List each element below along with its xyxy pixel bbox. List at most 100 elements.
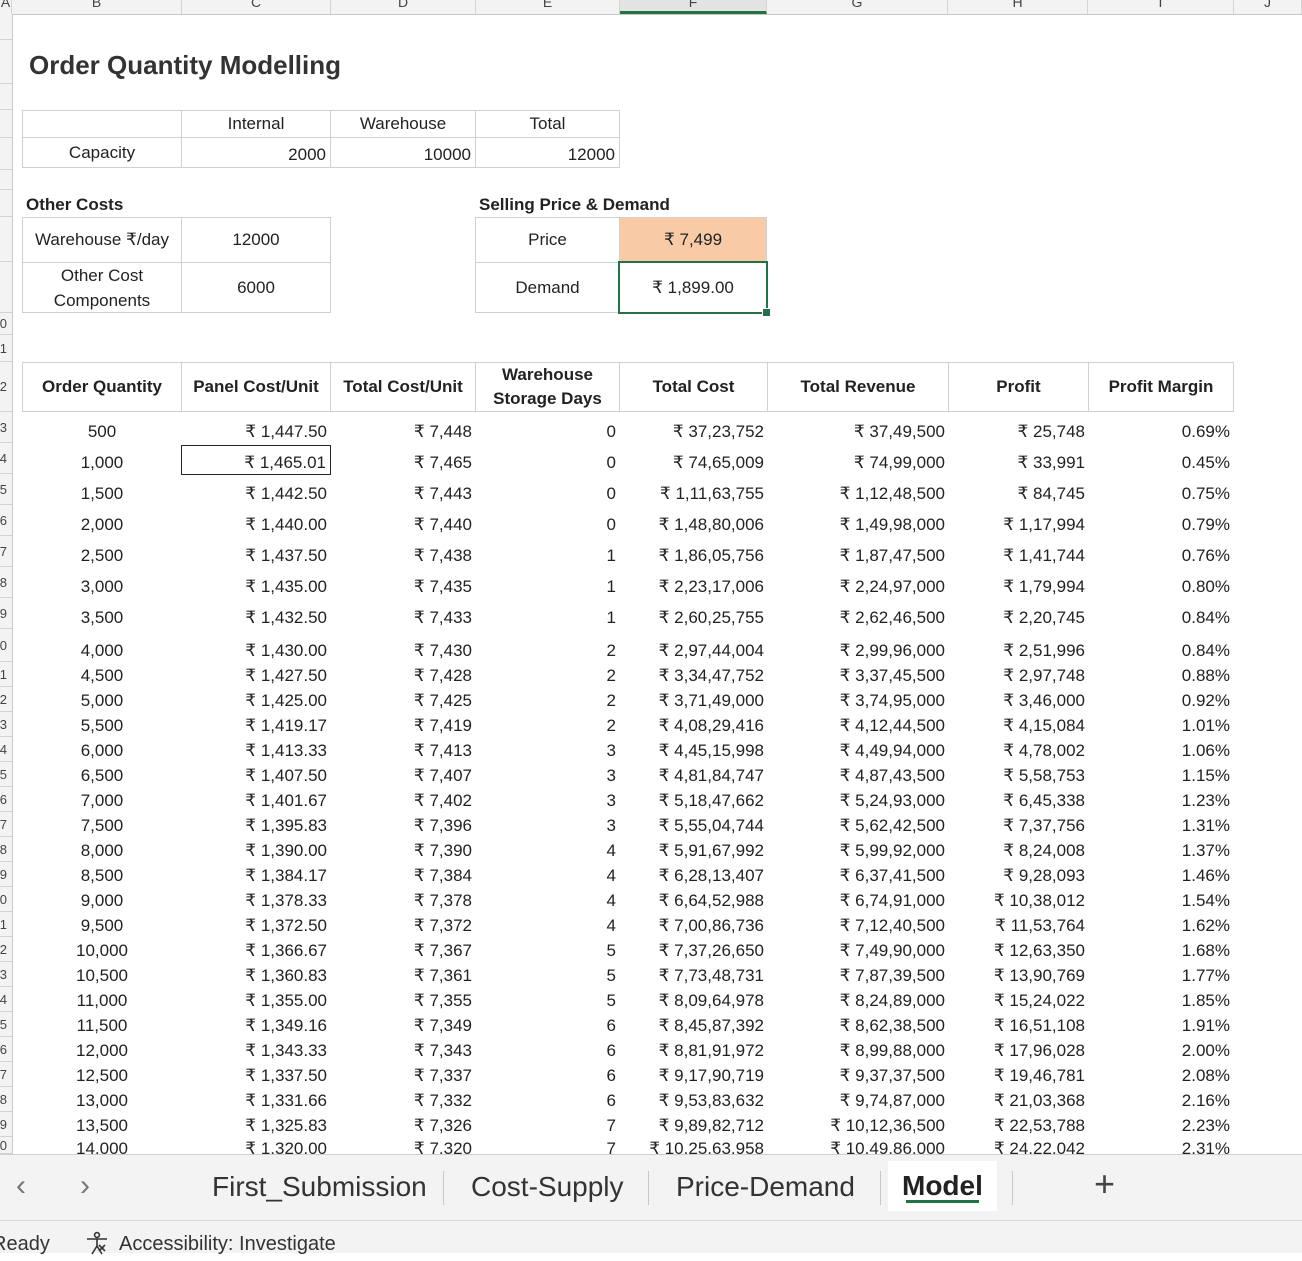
profit-margin-cell[interactable]: 1.77%	[1088, 962, 1234, 987]
total-revenue-cell[interactable]: ₹ 9,37,37,500	[767, 1062, 949, 1087]
order-quantity-cell[interactable]: 4,500	[22, 662, 182, 687]
order-quantity-cell[interactable]: 6,000	[22, 737, 182, 762]
storage-days-cell[interactable]: 0	[475, 505, 620, 536]
tab-price-demand[interactable]: Price-Demand	[662, 1167, 869, 1207]
total-cost-cell[interactable]: ₹ 74,65,009	[619, 443, 768, 474]
profit-cell[interactable]: ₹ 16,51,108	[948, 1012, 1089, 1037]
total-cost-unit-cell[interactable]: ₹ 7,448	[330, 412, 476, 443]
total-revenue-cell[interactable]: ₹ 5,24,93,000	[767, 787, 949, 812]
total-cost-unit-cell[interactable]: ₹ 7,343	[330, 1037, 476, 1062]
profit-margin-cell[interactable]: 1.85%	[1088, 987, 1234, 1012]
total-revenue-cell[interactable]: ₹ 1,49,98,000	[767, 505, 949, 536]
profit-cell[interactable]: ₹ 1,79,994	[948, 567, 1089, 598]
row-header[interactable]	[0, 262, 12, 313]
other-cost-components-label[interactable]: Other Cost Components	[22, 262, 182, 313]
order-quantity-cell[interactable]: 11,000	[22, 987, 182, 1012]
header-total-cost-unit[interactable]: Total Cost/Unit	[330, 362, 476, 412]
total-cost-cell[interactable]: ₹ 8,81,91,972	[619, 1037, 768, 1062]
profit-cell[interactable]: ₹ 15,24,022	[948, 987, 1089, 1012]
panel-cost-unit-cell[interactable]: ₹ 1,355.00	[181, 987, 331, 1012]
total-cost-cell[interactable]: ₹ 8,09,64,978	[619, 987, 768, 1012]
profit-cell[interactable]: ₹ 8,24,008	[948, 837, 1089, 862]
order-quantity-cell[interactable]: 5,500	[22, 712, 182, 737]
profit-margin-cell[interactable]: 0.69%	[1088, 412, 1234, 443]
storage-days-cell[interactable]: 0	[475, 474, 620, 505]
total-cost-unit-cell[interactable]: ₹ 7,443	[330, 474, 476, 505]
total-cost-unit-cell[interactable]: ₹ 7,465	[330, 443, 476, 474]
total-cost-unit-cell[interactable]: ₹ 7,413	[330, 737, 476, 762]
total-revenue-cell[interactable]: ₹ 74,99,000	[767, 443, 949, 474]
capacity-header-warehouse[interactable]: Warehouse	[330, 110, 476, 138]
total-cost-unit-cell[interactable]: ₹ 7,402	[330, 787, 476, 812]
total-cost-cell[interactable]: ₹ 2,23,17,006	[619, 567, 768, 598]
panel-cost-unit-cell[interactable]: ₹ 1,427.50	[181, 662, 331, 687]
add-sheet-button[interactable]: +	[1094, 1163, 1115, 1205]
profit-margin-cell[interactable]: 1.15%	[1088, 762, 1234, 787]
demand-label[interactable]: Demand	[475, 262, 620, 313]
profit-margin-cell[interactable]: 1.62%	[1088, 912, 1234, 937]
storage-days-cell[interactable]: 2	[475, 687, 620, 712]
chevron-left-icon[interactable]: ‹	[16, 1169, 26, 1203]
panel-cost-unit-cell[interactable]: ₹ 1,430.00	[181, 629, 331, 662]
order-quantity-cell[interactable]: 1,500	[22, 474, 182, 505]
profit-cell[interactable]: ₹ 1,41,744	[948, 536, 1089, 567]
order-quantity-cell[interactable]: 11,500	[22, 1012, 182, 1037]
storage-days-cell[interactable]: 5	[475, 937, 620, 962]
row-header[interactable]: 5	[0, 762, 12, 787]
total-cost-cell[interactable]: ₹ 2,97,44,004	[619, 629, 768, 662]
total-cost-unit-cell[interactable]: ₹ 7,367	[330, 937, 476, 962]
total-revenue-cell[interactable]: ₹ 6,74,91,000	[767, 887, 949, 912]
panel-cost-unit-cell[interactable]: ₹ 1,395.83	[181, 812, 331, 837]
total-revenue-cell[interactable]: ₹ 8,24,89,000	[767, 987, 949, 1012]
profit-cell[interactable]: ₹ 1,17,994	[948, 505, 1089, 536]
total-revenue-cell[interactable]: ₹ 4,87,43,500	[767, 762, 949, 787]
demand-value-cell-selected[interactable]: ₹ 1,899.00	[618, 261, 768, 314]
storage-days-cell[interactable]: 3	[475, 762, 620, 787]
storage-days-cell[interactable]: 6	[475, 1037, 620, 1062]
header-total-cost[interactable]: Total Cost	[619, 362, 768, 412]
total-cost-unit-cell[interactable]: ₹ 7,433	[330, 598, 476, 629]
total-cost-unit-cell[interactable]: ₹ 7,425	[330, 687, 476, 712]
panel-cost-unit-cell[interactable]: ₹ 1,360.83	[181, 962, 331, 987]
column-header[interactable]: G	[767, 0, 948, 14]
order-quantity-cell[interactable]: 2,000	[22, 505, 182, 536]
total-cost-cell[interactable]: ₹ 4,45,15,998	[619, 737, 768, 762]
order-quantity-cell[interactable]: 13,000	[22, 1087, 182, 1112]
total-revenue-cell[interactable]: ₹ 5,99,92,000	[767, 837, 949, 862]
panel-cost-unit-cell[interactable]: ₹ 1,343.33	[181, 1037, 331, 1062]
total-cost-cell[interactable]: ₹ 8,45,87,392	[619, 1012, 768, 1037]
storage-days-cell[interactable]: 4	[475, 887, 620, 912]
total-cost-unit-cell[interactable]: ₹ 7,384	[330, 862, 476, 887]
order-quantity-cell[interactable]: 9,500	[22, 912, 182, 937]
total-cost-cell[interactable]: ₹ 3,71,49,000	[619, 687, 768, 712]
profit-cell[interactable]: ₹ 33,991	[948, 443, 1089, 474]
header-storage-days[interactable]: Warehouse Storage Days	[475, 362, 620, 412]
total-cost-cell[interactable]: ₹ 4,81,84,747	[619, 762, 768, 787]
total-cost-unit-cell[interactable]: ₹ 7,355	[330, 987, 476, 1012]
total-revenue-cell[interactable]: ₹ 9,74,87,000	[767, 1087, 949, 1112]
total-cost-unit-cell[interactable]: ₹ 7,419	[330, 712, 476, 737]
row-header[interactable]: 7	[0, 1062, 12, 1087]
total-cost-unit-cell[interactable]: ₹ 7,407	[330, 762, 476, 787]
row-header[interactable]: 6	[0, 505, 12, 536]
row-header[interactable]: 3	[0, 962, 12, 987]
profit-cell[interactable]: ₹ 11,53,764	[948, 912, 1089, 937]
total-revenue-cell[interactable]: ₹ 4,12,44,500	[767, 712, 949, 737]
total-revenue-cell[interactable]: ₹ 7,12,40,500	[767, 912, 949, 937]
total-cost-cell[interactable]: ₹ 1,48,80,006	[619, 505, 768, 536]
panel-cost-unit-cell[interactable]: ₹ 1,432.50	[181, 598, 331, 629]
capacity-corner-cell[interactable]	[22, 110, 182, 138]
order-quantity-cell[interactable]: 10,000	[22, 937, 182, 962]
total-revenue-cell[interactable]: ₹ 7,49,90,000	[767, 937, 949, 962]
total-cost-cell[interactable]: ₹ 9,17,90,719	[619, 1062, 768, 1087]
storage-days-cell[interactable]: 3	[475, 812, 620, 837]
profit-cell[interactable]: ₹ 17,96,028	[948, 1037, 1089, 1062]
row-header[interactable]: 4	[0, 987, 12, 1012]
row-header[interactable]: 1	[0, 662, 12, 687]
tab-cost-supply[interactable]: Cost-Supply	[457, 1167, 638, 1207]
storage-days-cell[interactable]: 7	[475, 1112, 620, 1137]
total-cost-unit-cell[interactable]: ₹ 7,390	[330, 837, 476, 862]
panel-cost-unit-cell[interactable]: ₹ 1,435.00	[181, 567, 331, 598]
row-header[interactable]: 9	[0, 1112, 12, 1137]
profit-margin-cell[interactable]: 1.06%	[1088, 737, 1234, 762]
